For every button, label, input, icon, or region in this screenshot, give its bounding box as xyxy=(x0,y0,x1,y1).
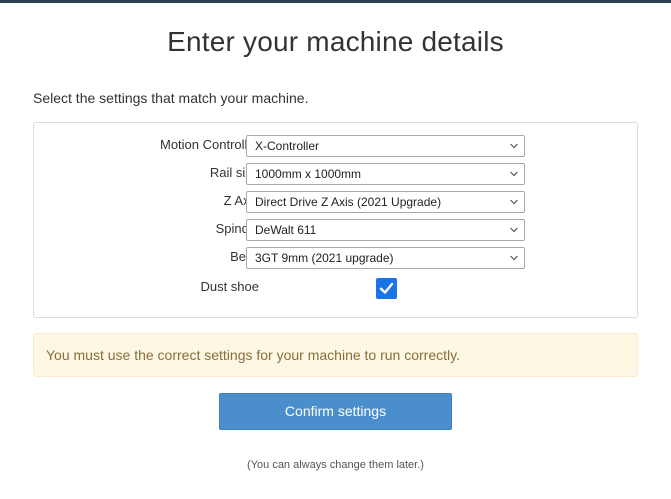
z-axis-value: Direct Drive Z Axis (2021 Upgrade) xyxy=(255,195,442,209)
motion-controller-value: X-Controller xyxy=(255,139,320,153)
top-bar xyxy=(0,0,671,3)
spindle-select[interactable]: DeWalt 611 xyxy=(246,219,525,241)
machine-settings-panel: Motion Controller X-Controller Rail size… xyxy=(33,122,638,318)
page-title: Enter your machine details xyxy=(167,26,504,57)
z-axis-select[interactable]: Direct Drive Z Axis (2021 Upgrade) xyxy=(246,191,525,213)
rail-size-select[interactable]: 1000mm x 1000mm xyxy=(246,163,525,185)
chevron-down-icon xyxy=(510,255,518,261)
spindle-value: DeWalt 611 xyxy=(255,223,317,237)
motion-controller-select[interactable]: X-Controller xyxy=(246,135,525,157)
belts-value: 3GT 9mm (2021 upgrade) xyxy=(255,251,394,265)
belts-row: Belts 3GT 9mm (2021 upgrade) xyxy=(34,247,637,269)
z-axis-row: Z Axis Direct Drive Z Axis (2021 Upgrade… xyxy=(34,191,637,213)
dust-shoe-label: Dust shoe xyxy=(200,279,259,294)
chevron-down-icon xyxy=(510,171,518,177)
change-later-note: (You can always change them later.) xyxy=(247,459,424,471)
belts-select[interactable]: 3GT 9mm (2021 upgrade) xyxy=(246,247,525,269)
chevron-down-icon xyxy=(510,143,518,149)
checkmark-icon xyxy=(379,282,394,294)
motion-controller-row: Motion Controller X-Controller xyxy=(34,135,637,157)
rail-size-value: 1000mm x 1000mm xyxy=(255,167,362,181)
dust-shoe-row: Dust shoe xyxy=(34,277,637,299)
chevron-down-icon xyxy=(510,227,518,233)
dust-shoe-checkbox[interactable] xyxy=(376,278,397,299)
motion-controller-label: Motion Controller xyxy=(160,137,259,152)
confirm-settings-button[interactable]: Confirm settings xyxy=(219,393,452,430)
warning-alert: You must use the correct settings for yo… xyxy=(33,333,638,377)
spindle-row: Spindle DeWalt 611 xyxy=(34,219,637,241)
chevron-down-icon xyxy=(510,199,518,205)
page-subtitle: Select the settings that match your mach… xyxy=(33,90,309,106)
rail-size-row: Rail size 1000mm x 1000mm xyxy=(34,163,637,185)
